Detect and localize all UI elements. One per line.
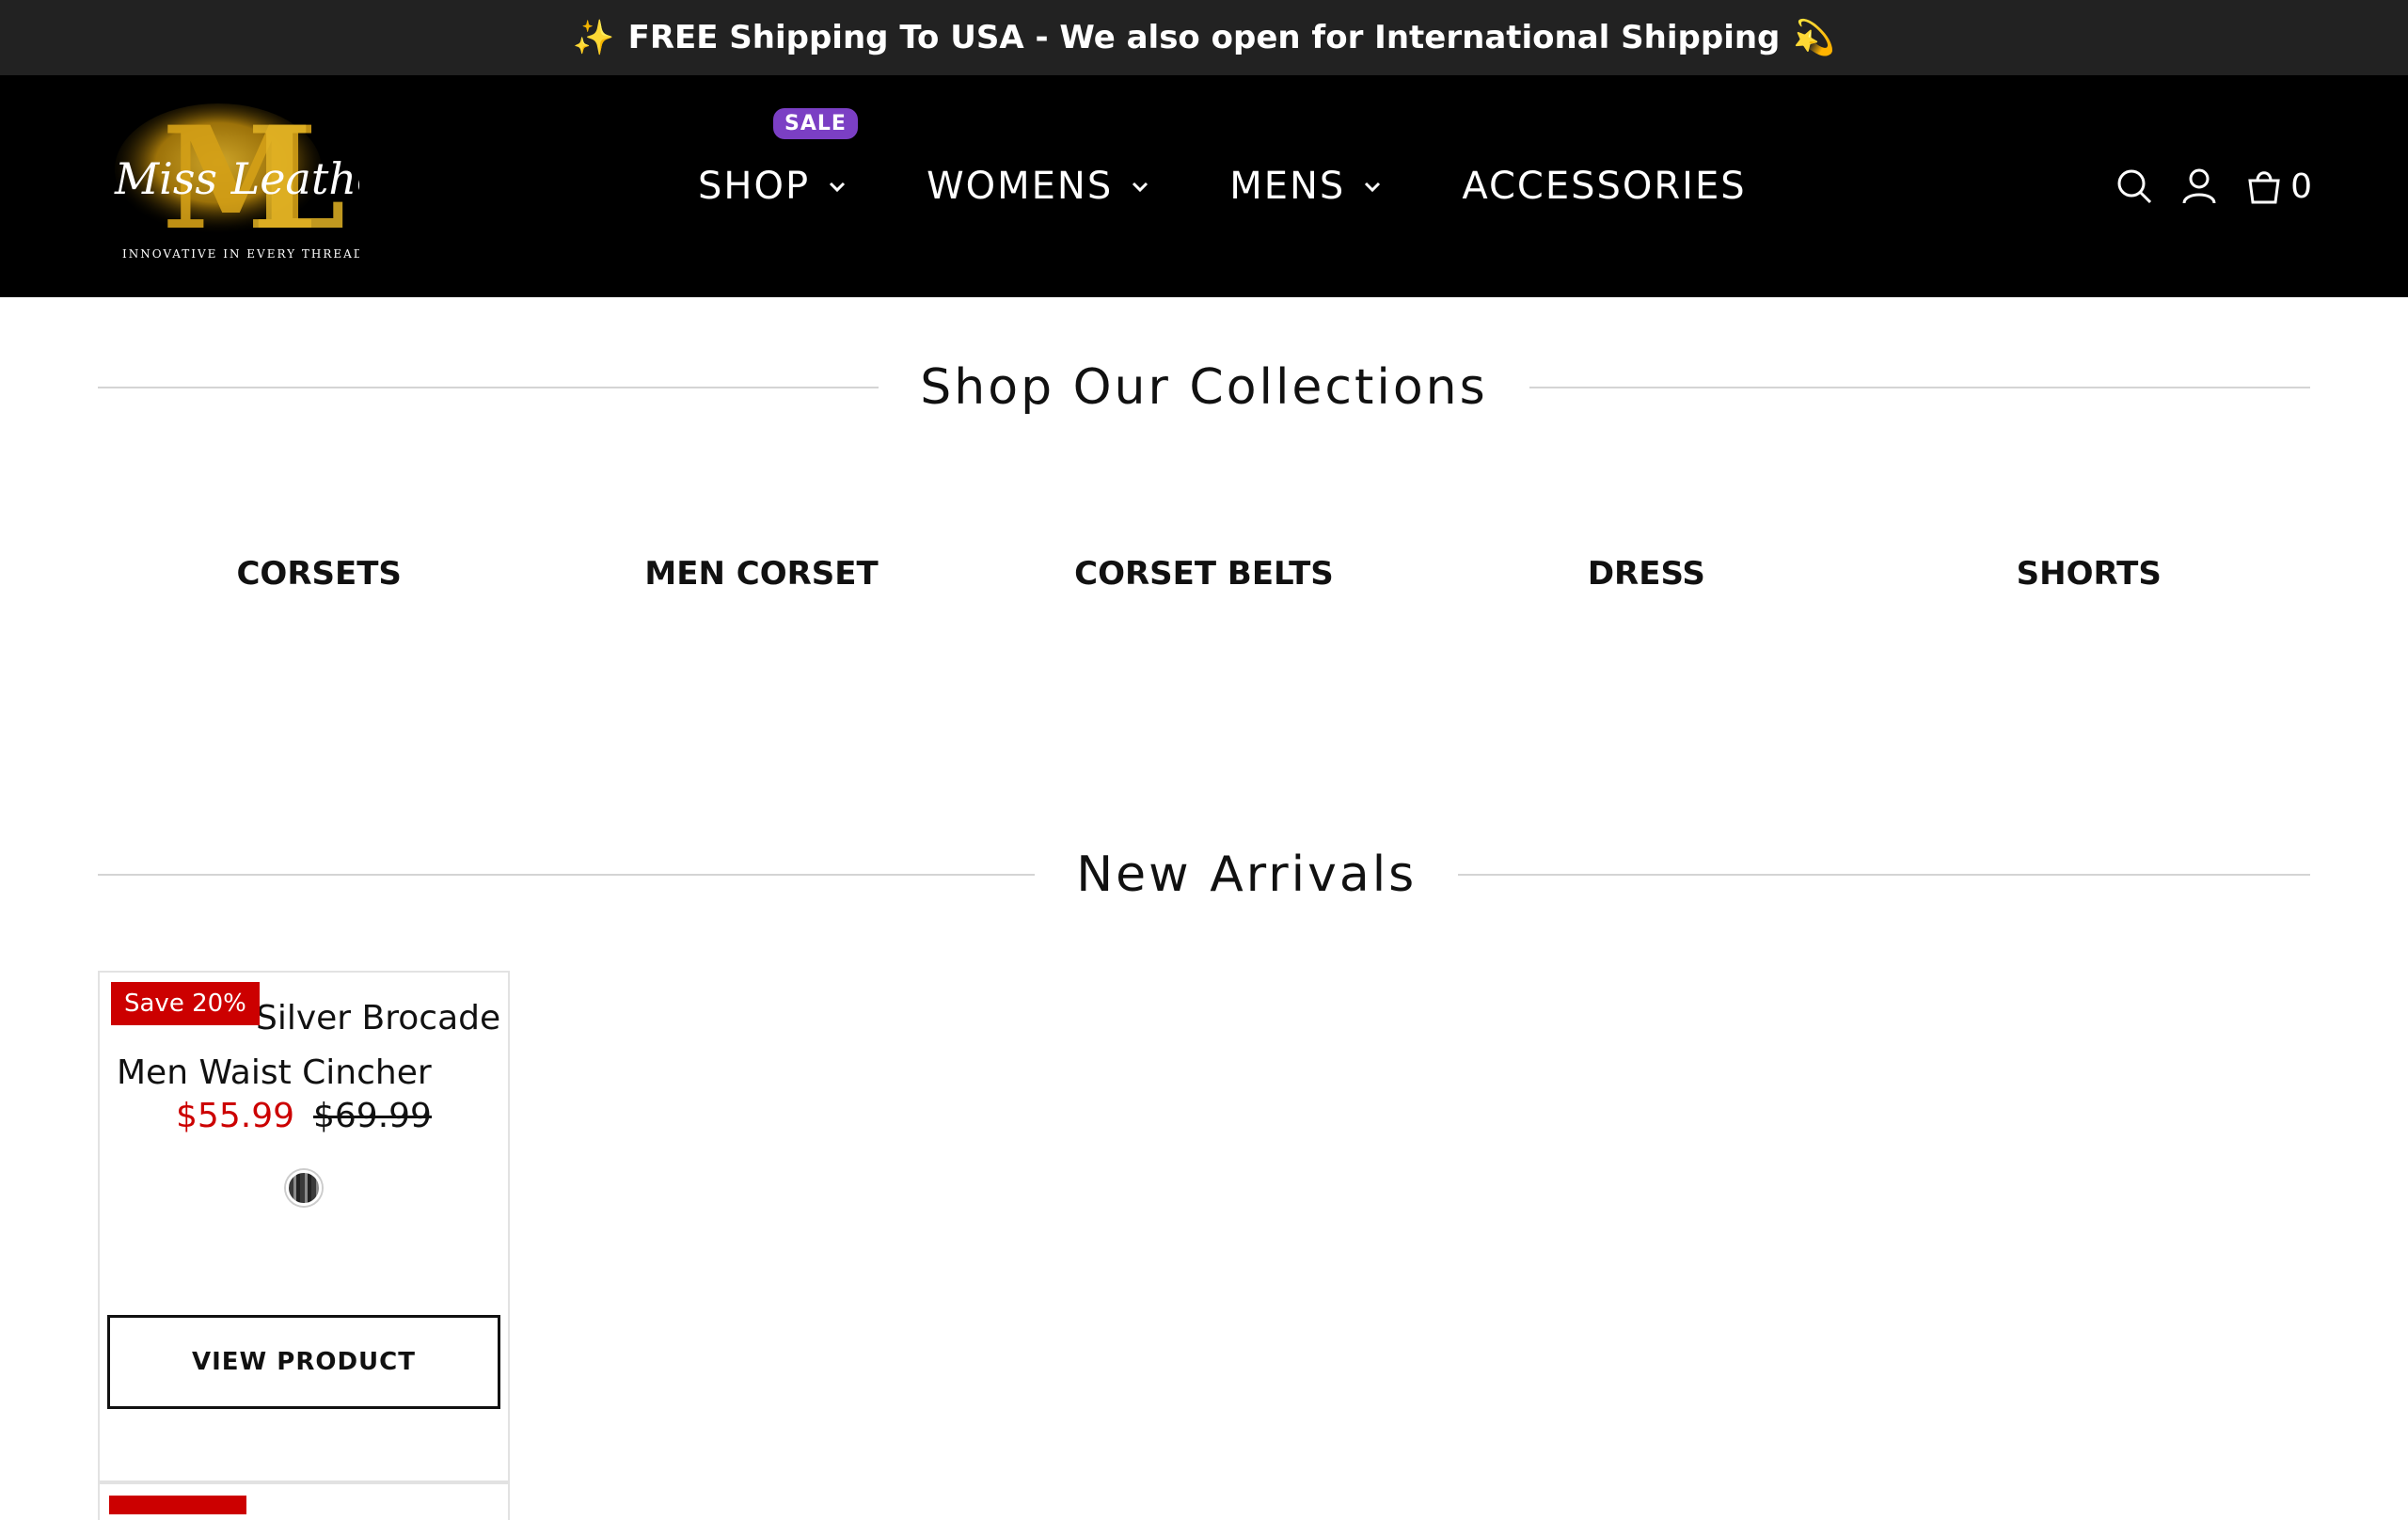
nav-item-womens[interactable]: WOMENS xyxy=(927,165,1150,208)
search-icon xyxy=(2117,169,2152,204)
dizzy-star-icon: 💫 xyxy=(1793,19,1836,57)
product-card[interactable]: Silver Brocade Men Waist Cincher Save 20… xyxy=(98,971,510,1482)
announcement-text: FREE Shipping To USA - We also open for … xyxy=(627,19,1781,56)
divider-line xyxy=(1458,874,2310,876)
chevron-down-icon xyxy=(830,182,846,193)
nav-item-accessories[interactable]: ACCESSORIES xyxy=(1462,165,1746,208)
chevron-down-icon xyxy=(1133,182,1149,193)
collection-corset-belts[interactable]: CORSET BELTS xyxy=(983,555,1425,593)
divider-line xyxy=(98,874,1036,876)
nav-label-accessories: ACCESSORIES xyxy=(1462,165,1747,208)
product-card[interactable] xyxy=(98,1482,510,1520)
nav-label-shop: SHOP xyxy=(698,165,811,208)
new-arrivals-title: New Arrivals xyxy=(1076,847,1418,903)
sale-price: $55.99 xyxy=(176,1097,294,1135)
collection-shorts[interactable]: SHORTS xyxy=(1868,555,2310,593)
divider-line xyxy=(1529,387,2311,388)
cart-count: 0 xyxy=(2290,166,2312,206)
collection-corsets[interactable]: CORSETS xyxy=(98,555,540,593)
original-price: $69.99 xyxy=(313,1097,432,1135)
account-button[interactable] xyxy=(2181,167,2217,205)
cart-icon xyxy=(2248,171,2280,204)
divider-line xyxy=(98,387,879,388)
collections-title: Shop Our Collections xyxy=(920,359,1488,416)
search-button[interactable] xyxy=(2115,167,2153,205)
collections-list: CORSETS MEN CORSET CORSET BELTS DRESS SH… xyxy=(98,555,2310,593)
save-badge: Save 20% xyxy=(111,982,260,1025)
cart-button[interactable]: 0 xyxy=(2245,167,2312,206)
view-product-button[interactable]: VIEW PRODUCT xyxy=(107,1315,500,1409)
collection-men-corset[interactable]: MEN CORSET xyxy=(541,555,983,593)
collection-dress[interactable]: DRESS xyxy=(1425,555,1867,593)
announcement-bar: ✨ FREE Shipping To USA - We also open fo… xyxy=(0,0,2408,75)
save-badge xyxy=(109,1496,246,1514)
nav-item-mens[interactable]: MENS xyxy=(1229,165,1383,208)
site-header: M L Miss Leather INNOVATIVE IN EVERY THR… xyxy=(0,75,2408,297)
new-arrivals-heading: New Arrivals xyxy=(98,847,2310,903)
price-row: $55.99 $69.99 xyxy=(100,1097,508,1135)
nav-label-womens: WOMENS xyxy=(927,165,1114,208)
color-swatch[interactable] xyxy=(286,1170,322,1206)
nav-item-shop[interactable]: SALE SHOP xyxy=(698,108,858,208)
account-icon xyxy=(2182,168,2216,204)
chevron-down-icon xyxy=(1365,182,1381,193)
logo-script: Miss Leather xyxy=(114,153,359,204)
sparkles-icon: ✨ xyxy=(572,19,615,57)
store-logo[interactable]: M L Miss Leather INNOVATIVE IN EVERY THR… xyxy=(105,96,405,265)
logo-tagline: INNOVATIVE IN EVERY THREAD xyxy=(122,247,359,261)
sale-badge: SALE xyxy=(773,108,858,139)
main-nav: SALE SHOP WOMENS MENS ACCESSORIES xyxy=(698,75,1826,297)
nav-label-mens: MENS xyxy=(1229,165,1346,208)
header-icons: 0 xyxy=(2115,75,2312,297)
collections-heading: Shop Our Collections xyxy=(98,359,2311,416)
